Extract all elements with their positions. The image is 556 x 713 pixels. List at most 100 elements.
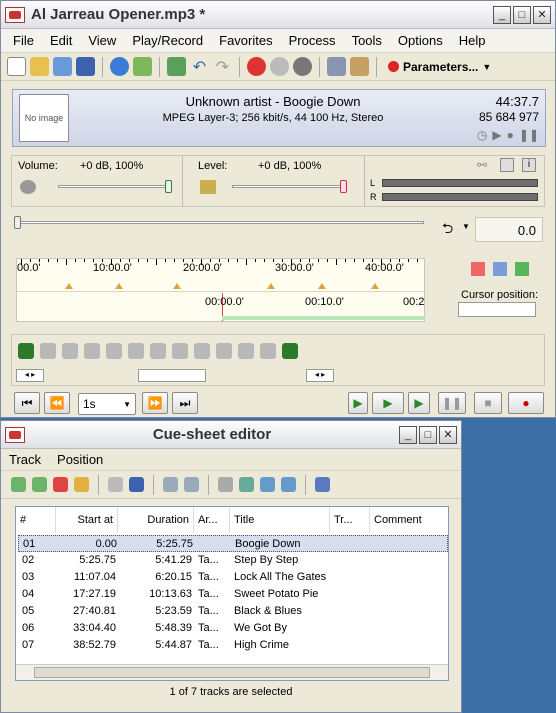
col-start-at[interactable]: Start at — [56, 507, 118, 533]
mark-out-icon[interactable] — [40, 343, 56, 359]
stop-icon[interactable] — [293, 57, 312, 76]
record-small-icon[interactable]: ● — [507, 128, 514, 142]
table-row[interactable]: 01 0.00 5:25.75 Boogie Down — [18, 535, 448, 552]
new-file-icon[interactable] — [7, 57, 26, 76]
record-button[interactable]: ● — [508, 392, 544, 414]
minimize-button[interactable]: _ — [493, 5, 511, 24]
move-up-icon[interactable] — [218, 477, 233, 492]
menu-play-record[interactable]: Play/Record — [124, 33, 211, 48]
menu-process[interactable]: Process — [281, 33, 344, 48]
copy-icon[interactable] — [163, 477, 178, 492]
undo-icon[interactable]: ↶ — [190, 57, 209, 76]
cut-icon[interactable] — [150, 343, 166, 359]
mark-in-icon[interactable] — [18, 343, 34, 359]
cue-split-icon[interactable] — [493, 262, 507, 276]
loop-dropdown-icon[interactable]: ▼ — [462, 222, 470, 231]
close-button[interactable]: ✕ — [533, 5, 551, 24]
menu-track[interactable]: Track — [9, 452, 41, 467]
undo-edit-icon[interactable] — [84, 343, 100, 359]
play-button[interactable]: ▶ — [372, 392, 404, 414]
table-row[interactable]: 07 38:52.79 5:44.87 Ta... High Crime — [18, 637, 448, 654]
cue-titlebar[interactable]: Cue-sheet editor _ □ ✕ — [1, 421, 461, 449]
scroll-left-1[interactable]: ◂ ▸ — [16, 369, 44, 382]
edit-tags-icon[interactable] — [133, 57, 152, 76]
level-icon[interactable] — [200, 180, 216, 194]
horizontal-scrollbar[interactable] — [16, 664, 448, 680]
col-number[interactable]: # — [16, 507, 56, 533]
renumber-icon[interactable] — [108, 477, 123, 492]
insert-track-icon[interactable] — [32, 477, 47, 492]
refresh-icon[interactable] — [167, 57, 186, 76]
fast-forward-button[interactable]: ⏩ — [142, 392, 168, 414]
step-select[interactable]: 1s ▼ — [78, 393, 136, 415]
cue-close-button[interactable]: ✕ — [439, 425, 457, 444]
clock-icon[interactable]: ◷ — [477, 128, 487, 142]
cue-marker[interactable] — [115, 283, 123, 289]
table-row[interactable]: 03 11:07.04 6:20.15 Ta... Lock All The Gates — [18, 569, 448, 586]
cue-maximize-button[interactable]: □ — [419, 425, 437, 444]
col-comment[interactable]: Comment — [370, 507, 448, 533]
menu-view[interactable]: View — [80, 33, 124, 48]
menu-file[interactable]: File — [5, 33, 42, 48]
table-row[interactable]: 06 33:04.40 5:48.39 Ta... We Got By — [18, 620, 448, 637]
menu-position[interactable]: Position — [57, 452, 103, 467]
menu-tools[interactable]: Tools — [344, 33, 390, 48]
timeline-ruler[interactable]: 00.0' 10:00.0' 20:00.0' 30:00.0' 40:00.0… — [16, 258, 425, 322]
play-selection-button[interactable]: ▶ — [348, 392, 368, 414]
redo-icon[interactable]: ↷ — [213, 57, 232, 76]
save-sel-icon[interactable] — [260, 343, 276, 359]
save-cue-icon[interactable] — [129, 477, 144, 492]
delete-icon[interactable] — [216, 343, 232, 359]
menu-help[interactable]: Help — [451, 33, 494, 48]
speaker-icon[interactable] — [20, 180, 36, 194]
mixer-icon[interactable] — [500, 158, 514, 172]
open-url-icon[interactable] — [53, 57, 72, 76]
table-row[interactable]: 02 5:25.75 5:41.29 Ta... Step By Step — [18, 552, 448, 569]
menu-options[interactable]: Options — [390, 33, 451, 48]
cue-marker[interactable] — [173, 283, 181, 289]
save-icon[interactable] — [76, 57, 95, 76]
add-track-icon[interactable] — [11, 477, 26, 492]
col-artist[interactable]: Ar... — [194, 507, 230, 533]
properties-icon[interactable] — [315, 477, 330, 492]
record-icon[interactable] — [247, 57, 266, 76]
position-value-field[interactable]: 0.0 — [475, 217, 543, 242]
col-duration[interactable]: Duration — [118, 507, 194, 533]
settings-icon[interactable] — [327, 57, 346, 76]
pause-button[interactable]: ❚❚ — [438, 392, 466, 414]
maximize-button[interactable]: □ — [513, 5, 531, 24]
loop-icon[interactable]: ⮌ — [442, 218, 453, 242]
move-down-icon[interactable] — [281, 477, 296, 492]
cue-marker[interactable] — [371, 283, 379, 289]
volume-slider-track[interactable] — [58, 185, 172, 188]
stop-button[interactable]: ■ — [474, 392, 502, 414]
menu-edit[interactable]: Edit — [42, 33, 80, 48]
open-folder-icon[interactable] — [30, 57, 49, 76]
play-loop-button[interactable]: ▶ — [408, 392, 430, 414]
scrollbar-thumb[interactable] — [34, 667, 430, 678]
table-row[interactable]: 05 27:40.81 5:23.59 Ta... Black & Blues — [18, 603, 448, 620]
link-icon[interactable]: ⚯ — [477, 158, 487, 172]
insert-icon[interactable] — [106, 343, 122, 359]
table-row[interactable]: 04 17:27.19 10:13.63 Ta... Sweet Potato Pie — [18, 586, 448, 603]
cue-marker[interactable] — [267, 283, 275, 289]
position-slider-track[interactable] — [16, 221, 424, 224]
scroll-field-1[interactable] — [138, 369, 206, 382]
parameters-dropdown[interactable]: Parameters... ▼ — [384, 58, 495, 76]
col-track[interactable]: Tr... — [330, 507, 370, 533]
position-slider-knob[interactable] — [14, 216, 21, 229]
menu-favorites[interactable]: Favorites — [211, 33, 280, 48]
pause-small-icon[interactable]: ❚❚ — [519, 128, 539, 142]
level-slider-track[interactable] — [232, 185, 346, 188]
erase-icon[interactable] — [62, 343, 78, 359]
info-icon[interactable] — [110, 57, 129, 76]
move-right-icon[interactable] — [260, 477, 275, 492]
play-sel-icon[interactable] — [282, 343, 298, 359]
info-small-icon[interactable]: i — [522, 158, 536, 172]
delete-track-icon[interactable] — [53, 477, 68, 492]
timer-icon[interactable] — [270, 57, 289, 76]
paste-edit-icon[interactable] — [194, 343, 210, 359]
cue-add-icon[interactable] — [471, 262, 485, 276]
scroll-left-2[interactable]: ◂ ▸ — [306, 369, 334, 382]
rewind-button[interactable]: ⏪ — [44, 392, 70, 414]
